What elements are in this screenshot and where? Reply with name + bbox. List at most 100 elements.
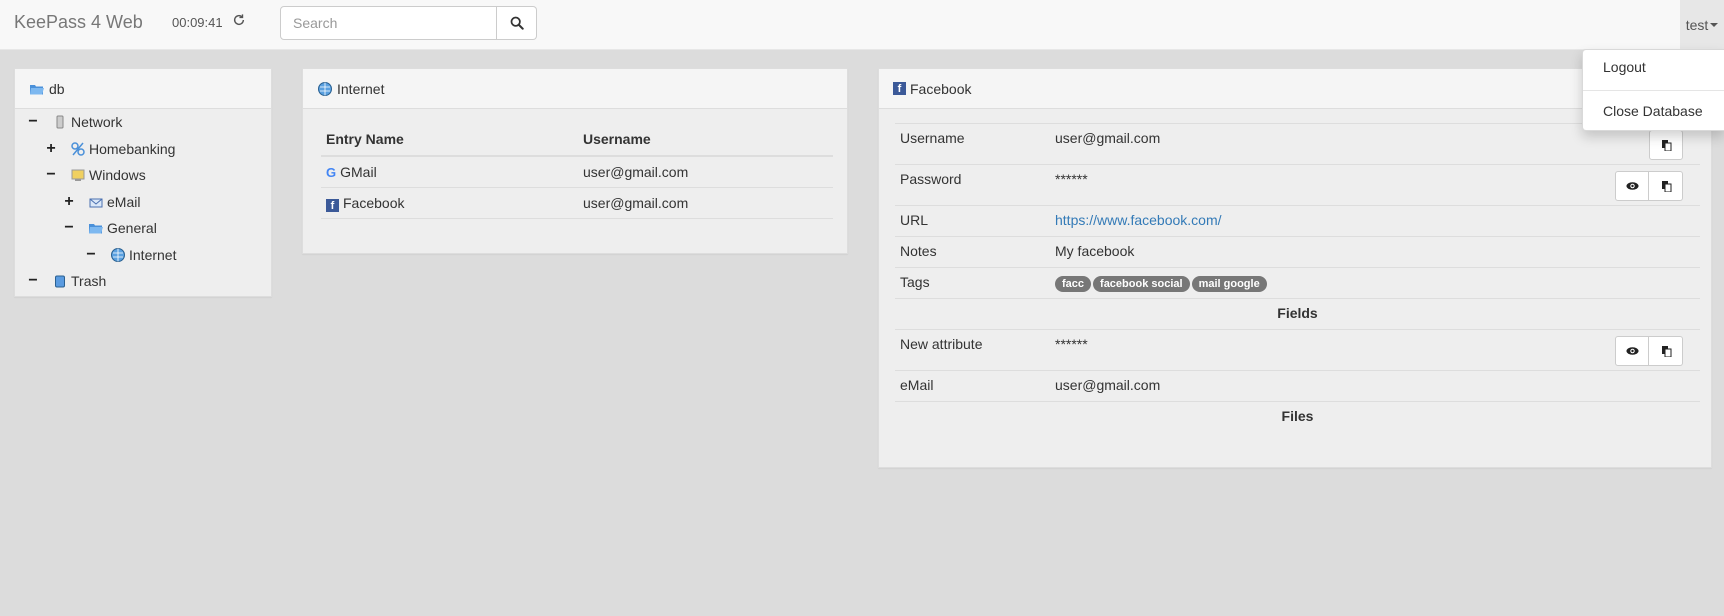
close-database-menu-item[interactable]: Close Database — [1603, 103, 1703, 119]
detail-row-tags: Tags facc facebook social mail google — [895, 267, 1700, 299]
expand-icon[interactable]: + — [62, 193, 76, 211]
session-timer: 00:09:41 — [172, 15, 223, 30]
field-label: Username — [895, 123, 1050, 165]
reveal-password-button[interactable] — [1615, 171, 1649, 201]
files-heading: Files — [895, 401, 1700, 433]
tree-item-label: Trash — [71, 273, 107, 289]
network-icon — [56, 115, 64, 129]
detail-row-new-attribute: New attribute ****** — [895, 329, 1700, 371]
tree-item-label: Homebanking — [89, 141, 176, 157]
search-button[interactable] — [497, 6, 537, 40]
tree-item-label: Network — [71, 114, 123, 130]
caret-down-icon — [1710, 23, 1719, 27]
fields-heading-row: Fields — [895, 298, 1700, 330]
tag-badge[interactable]: mail google — [1191, 276, 1267, 292]
url-link[interactable]: https://www.facebook.com/ — [1055, 212, 1222, 228]
tree-item-label: Internet — [129, 247, 177, 263]
detail-row-email: eMail user@gmail.com — [895, 370, 1700, 402]
copy-password-button[interactable] — [1649, 171, 1683, 201]
tree-root-label: db — [49, 80, 65, 97]
entry-detail-table: Username user@gmail.com Password ****** — [895, 123, 1700, 433]
tree-item-windows[interactable]: − Windows — [44, 164, 146, 186]
reveal-attribute-button[interactable] — [1615, 336, 1649, 366]
field-label: eMail — [895, 370, 1050, 402]
field-value-cell: ****** — [1050, 164, 1700, 206]
windows-icon — [71, 169, 85, 181]
new-attribute-actions — [1615, 336, 1683, 366]
folder-open-icon — [89, 224, 103, 234]
tree-item-internet[interactable]: − Internet — [84, 244, 176, 266]
globe-icon — [111, 248, 125, 262]
entries-panel: Internet Entry Name Username G GMail user… — [302, 68, 848, 254]
folder-open-icon — [30, 84, 44, 94]
field-label: Notes — [895, 236, 1050, 268]
table-header-row: Entry Name Username — [321, 123, 833, 157]
collapse-icon[interactable]: − — [62, 219, 76, 237]
collapse-icon[interactable]: − — [84, 246, 98, 264]
percent-icon — [71, 142, 85, 156]
globe-icon — [318, 81, 332, 96]
collapse-icon[interactable]: − — [44, 166, 58, 184]
facebook-icon: f — [893, 82, 906, 95]
detail-row-notes: Notes My facebook — [895, 236, 1700, 268]
field-label: New attribute — [895, 329, 1050, 371]
tree-item-label: Windows — [89, 167, 146, 183]
search-form — [280, 6, 537, 40]
tree-root[interactable]: db — [15, 69, 271, 109]
username-actions — [1649, 130, 1683, 160]
tree-item-trash[interactable]: − Trash — [26, 270, 106, 292]
collapse-icon[interactable]: − — [26, 113, 40, 131]
user-menu-toggle[interactable]: test — [1680, 0, 1724, 50]
entry-username: user@gmail.com — [578, 156, 833, 188]
field-value-cell: https://www.facebook.com/ — [1050, 205, 1700, 237]
entry-name-cell: f Facebook — [321, 187, 578, 219]
tree-item-label: eMail — [107, 194, 141, 210]
column-header-username[interactable]: Username — [578, 123, 833, 157]
entries-panel-heading: Internet — [303, 69, 847, 109]
fields-heading: Fields — [895, 298, 1700, 330]
tree-item-general[interactable]: − General — [62, 217, 156, 239]
navbar: KeePass 4 Web 00:09:41 test — [0, 0, 1724, 50]
tree-item-email[interactable]: + eMail — [62, 191, 140, 213]
username-value: user@gmail.com — [1055, 130, 1161, 146]
copy-username-button[interactable] — [1649, 130, 1683, 160]
search-icon — [510, 16, 524, 30]
password-value: ****** — [1055, 171, 1088, 187]
files-heading-row: Files — [895, 401, 1700, 433]
copy-icon — [1661, 181, 1671, 192]
entries-table: Entry Name Username G GMail user@gmail.co… — [321, 123, 833, 219]
email-value: user@gmail.com — [1050, 370, 1700, 402]
search-input[interactable] — [280, 6, 497, 40]
tag-badge[interactable]: facc — [1055, 276, 1092, 292]
collapse-icon[interactable]: − — [26, 272, 40, 290]
detail-row-url: URL https://www.facebook.com/ — [895, 205, 1700, 237]
entry-name: GMail — [340, 164, 377, 180]
tree-item-network[interactable]: − Network — [26, 111, 122, 133]
field-label: URL — [895, 205, 1050, 237]
detail-row-password: Password ****** — [895, 164, 1700, 206]
table-row[interactable]: f Facebook user@gmail.com — [321, 187, 833, 219]
email-icon — [89, 198, 103, 208]
column-header-entry-name[interactable]: Entry Name — [321, 123, 578, 157]
brand[interactable]: KeePass 4 Web — [14, 12, 143, 33]
field-label: Password — [895, 164, 1050, 206]
tag-badge[interactable]: facebook social — [1093, 276, 1190, 292]
eye-icon — [1625, 182, 1639, 190]
field-value-cell: ****** — [1050, 329, 1700, 371]
refresh-icon[interactable] — [232, 13, 246, 27]
user-dropdown-menu: Logout Close Database — [1582, 49, 1724, 131]
copy-attribute-button[interactable] — [1649, 336, 1683, 366]
copy-icon — [1661, 346, 1671, 357]
entry-username: user@gmail.com — [578, 187, 833, 219]
logout-menu-item[interactable]: Logout — [1603, 59, 1646, 75]
tree-item-homebanking[interactable]: + Homebanking — [44, 138, 175, 160]
google-icon: G — [326, 165, 337, 180]
eye-icon — [1625, 347, 1639, 355]
entry-name: Facebook — [343, 194, 405, 211]
entry-name-cell: G GMail — [321, 156, 578, 188]
detail-row-username: Username user@gmail.com — [895, 123, 1700, 165]
tags-cell: facc facebook social mail google — [1050, 267, 1700, 299]
password-actions — [1615, 171, 1683, 201]
expand-icon[interactable]: + — [44, 140, 58, 158]
table-row[interactable]: G GMail user@gmail.com — [321, 156, 833, 188]
